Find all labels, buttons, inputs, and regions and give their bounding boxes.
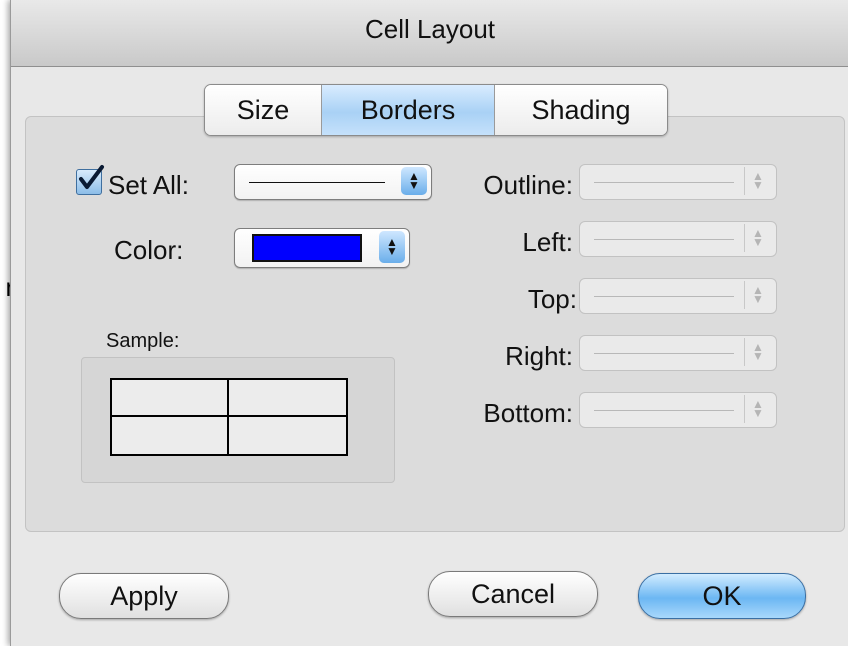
right-label: Right: xyxy=(505,341,573,371)
right-style-popup[interactable]: ▲ ▼ xyxy=(579,335,777,371)
outline-label: Outline: xyxy=(483,170,573,200)
tab-bar: Size Borders Shading xyxy=(204,84,668,136)
color-swatch xyxy=(252,234,362,262)
bottom-style-popup[interactable]: ▲ ▼ xyxy=(579,392,777,428)
line-style-sample xyxy=(249,182,385,183)
tab-borders[interactable]: Borders xyxy=(322,85,495,135)
tab-size[interactable]: Size xyxy=(205,85,322,135)
up-down-arrows-icon: ▲ ▼ xyxy=(744,281,771,309)
cell-layout-dialog: Cell Layout Size Borders Shading Set All… xyxy=(10,0,848,646)
sample-vertical-divider xyxy=(227,380,229,454)
set-all-style-popup[interactable]: ▲ ▼ xyxy=(234,164,432,200)
ok-button[interactable]: OK xyxy=(638,573,806,619)
title-bar[interactable]: Cell Layout xyxy=(11,0,848,67)
sample-label: Sample: xyxy=(106,330,180,352)
check-icon xyxy=(79,165,104,189)
up-down-arrows-icon: ▲ ▼ xyxy=(744,167,771,195)
cancel-button[interactable]: Cancel xyxy=(428,571,598,617)
outline-style-popup[interactable]: ▲ ▼ xyxy=(579,164,777,200)
line-style-sample xyxy=(594,182,734,183)
line-style-sample xyxy=(594,239,734,240)
top-style-popup[interactable]: ▲ ▼ xyxy=(579,278,777,314)
bottom-label: Bottom: xyxy=(483,398,573,428)
up-down-arrows-icon: ▲ ▼ xyxy=(744,338,771,366)
up-down-arrows-icon: ▲ ▼ xyxy=(401,167,427,195)
sample-horizontal-divider xyxy=(112,415,346,417)
left-style-popup[interactable]: ▲ ▼ xyxy=(579,221,777,257)
tab-shading[interactable]: Shading xyxy=(495,85,667,135)
top-label: Top: xyxy=(527,284,577,314)
dialog-title: Cell Layout xyxy=(364,14,496,44)
left-label: Left: xyxy=(522,227,573,257)
up-down-arrows-icon: ▲ ▼ xyxy=(744,224,771,252)
apply-button[interactable]: Apply xyxy=(59,573,229,619)
up-down-arrows-icon: ▲ ▼ xyxy=(744,395,771,423)
line-style-sample xyxy=(594,410,734,411)
color-label: Color: xyxy=(114,235,184,265)
line-style-sample xyxy=(594,353,734,354)
set-all-label: Set All: xyxy=(108,170,189,200)
sample-table xyxy=(110,378,348,456)
up-down-arrows-icon: ▲ ▼ xyxy=(379,231,405,263)
set-all-checkbox[interactable] xyxy=(76,165,104,195)
line-style-sample xyxy=(594,296,734,297)
